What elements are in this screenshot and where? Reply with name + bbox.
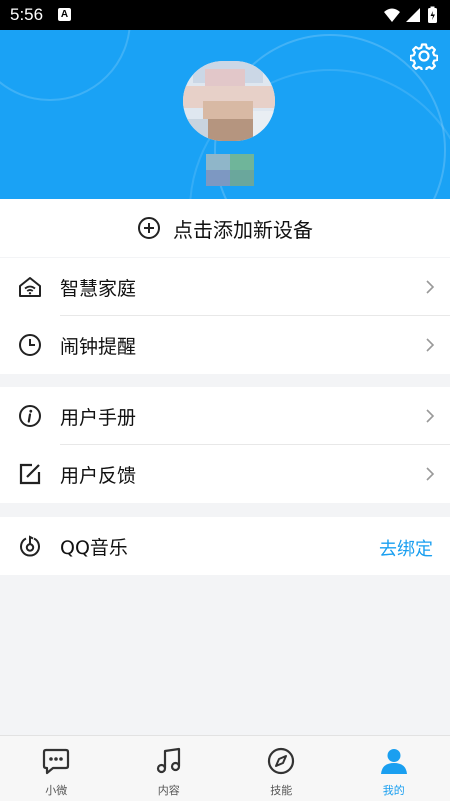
tab-label: 小微 [45, 784, 68, 797]
menu-item-feedback[interactable]: 用户反馈 [0, 445, 450, 503]
gear-icon[interactable] [410, 42, 438, 70]
person-icon [380, 749, 407, 774]
menu-item-smart-home[interactable]: 智慧家庭 [0, 258, 450, 316]
chevron-right-icon [426, 280, 435, 294]
tab-xiaowei[interactable]: 小微 [0, 736, 113, 801]
clock-icon [19, 334, 41, 356]
info-icon [19, 405, 41, 427]
profile-header [0, 30, 450, 199]
add-device-button[interactable]: 点击添加新设备 [0, 199, 450, 257]
tab-label: 内容 [157, 784, 180, 797]
plus-circle-icon [138, 217, 160, 239]
menu-item-label: 闹钟提醒 [60, 336, 137, 358]
bottom-tab-bar: 小微 内容 技能 我的 [0, 735, 450, 801]
menu-item-user-manual[interactable]: 用户手册 [0, 387, 450, 445]
status-icons [384, 6, 437, 23]
chat-icon [43, 748, 70, 775]
menu-group-1: 智慧家庭 闹钟提醒 [0, 258, 450, 374]
notification-icon: A [58, 8, 71, 21]
menu-group-2: 用户手册 用户反馈 [0, 387, 450, 503]
status-bar: 5:56 A [0, 0, 450, 30]
menu-item-label: QQ音乐 [60, 537, 128, 559]
signal-icon [406, 8, 420, 22]
tab-mine[interactable]: 我的 [338, 736, 450, 801]
chevron-right-icon [426, 409, 435, 423]
menu-group-3: QQ音乐 去绑定 [0, 517, 450, 575]
nickname-blurred [206, 154, 254, 186]
status-time: 5:56 [10, 5, 44, 24]
wifi-icon [384, 8, 400, 22]
compass-icon [268, 747, 295, 775]
tab-content[interactable]: 内容 [113, 736, 226, 801]
avatar[interactable] [183, 61, 275, 141]
music-disc-icon [20, 535, 40, 557]
menu-item-alarm[interactable]: 闹钟提醒 [0, 316, 450, 374]
chevron-right-icon [426, 338, 435, 352]
tab-label: 技能 [270, 784, 293, 797]
menu-item-label: 用户手册 [60, 407, 137, 429]
tab-skills[interactable]: 技能 [225, 736, 338, 801]
add-device-label: 点击添加新设备 [173, 217, 313, 242]
menu-item-qq-music[interactable]: QQ音乐 去绑定 [0, 517, 450, 575]
home-wifi-icon [19, 277, 41, 297]
menu-item-label: 智慧家庭 [60, 278, 137, 300]
bind-qq-music-link[interactable]: 去绑定 [379, 535, 433, 561]
menu-item-label: 用户反馈 [60, 465, 137, 487]
tab-label: 我的 [382, 784, 405, 797]
music-note-icon [156, 747, 180, 774]
edit-icon [19, 463, 41, 485]
chevron-right-icon [426, 467, 435, 481]
